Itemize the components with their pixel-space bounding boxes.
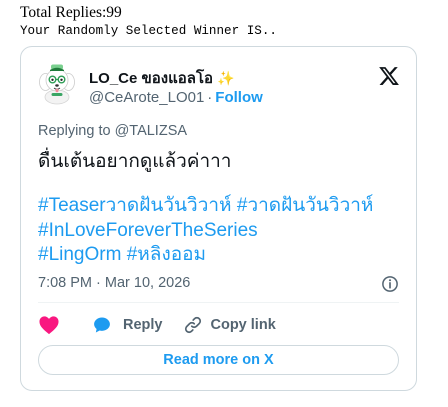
link-icon	[184, 316, 201, 334]
x-logo-icon[interactable]	[378, 65, 400, 87]
tweet-actions-bar: Reply Copy link	[38, 315, 276, 335]
author-display-name[interactable]: LO_Ce ของแอลโอ	[89, 66, 213, 90]
handle-separator: ·	[207, 89, 213, 106]
hashtag-link[interactable]: #วาดฝันวันวิวาห์	[237, 195, 374, 216]
total-replies-text: Total Replies:99	[20, 4, 122, 21]
embedded-tweet-card: LO_Ce ของแอลโอ ✨ @CeArote_LO01 · Follow Re…	[20, 46, 417, 391]
tweet-timestamp[interactable]: 7:08 PM · Mar 10, 2026	[38, 275, 190, 291]
author-name-row[interactable]: LO_Ce ของแอลโอ ✨	[89, 66, 234, 90]
like-button[interactable]	[38, 315, 60, 335]
read-more-button[interactable]: Read more on X	[38, 345, 399, 375]
hashtag-link[interactable]: #Teaserวาดฝันวันวิวาห์	[38, 195, 232, 216]
speech-bubble-icon	[94, 317, 110, 333]
divider	[38, 302, 399, 303]
hashtag-line: #LingOrm #หลิงออม	[38, 243, 373, 268]
info-icon[interactable]	[381, 275, 399, 293]
copy-link-button[interactable]: Copy link	[183, 315, 276, 335]
author-handle[interactable]: @CeArote_LO01	[89, 89, 204, 106]
reply-label: Reply	[123, 317, 163, 333]
winner-announcement-text: Your Randomly Selected Winner IS..	[20, 24, 277, 38]
sparkle-emoji-icon: ✨	[217, 69, 235, 86]
copy-link-label: Copy link	[210, 317, 276, 333]
hashtag-link[interactable]: #LingOrm	[38, 244, 121, 265]
dog-avatar-icon[interactable]	[36, 63, 78, 105]
reply-button[interactable]: Reply	[92, 315, 163, 335]
tweet-body-text: ดื่นเต้นอยากดูแล้วค่าาา	[38, 151, 232, 172]
follow-button[interactable]: Follow	[215, 89, 263, 106]
author-handle-row: @CeArote_LO01 · Follow	[89, 89, 263, 106]
replying-to-text: Replying to @TALIZSA	[38, 123, 188, 139]
hashtag-link[interactable]: #หลิงออม	[127, 244, 206, 265]
heart-icon	[39, 316, 59, 335]
hashtag-line: #InLoveForeverTheSeries	[38, 219, 373, 244]
hashtag-link[interactable]: #InLoveForeverTheSeries	[38, 220, 258, 241]
hashtag-block: #Teaserวาดฝันวันวิวาห์ #วาดฝันวันวิวาห์ …	[38, 194, 373, 268]
hashtag-line: #Teaserวาดฝันวันวิวาห์ #วาดฝันวันวิวาห์	[38, 194, 373, 219]
